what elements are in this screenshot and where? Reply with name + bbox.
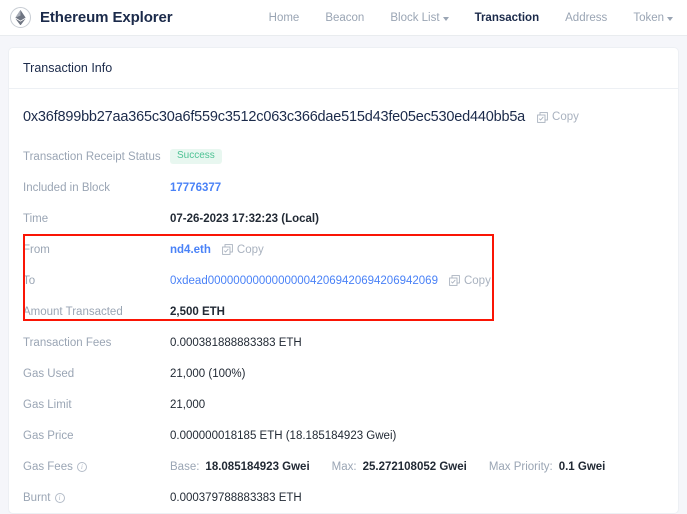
copy-from-label: Copy (236, 243, 264, 256)
gas-fee-base: Base: 18.085184923 Gwei (170, 461, 310, 473)
nav-link-beacon-label: Beacon (325, 11, 365, 24)
transaction-hash: 0x36f899bb27aa365c30a6f559c3512c063c366d… (23, 109, 526, 125)
row-from-label: From (23, 243, 50, 256)
from-address-link[interactable]: nd4.eth (170, 244, 211, 256)
status-badge: Success (170, 149, 222, 164)
row-time-value: 07-26-2023 17:32:23 (Local) (170, 213, 319, 225)
nav-link-block-list[interactable]: Block List (390, 11, 449, 24)
nav-link-transaction[interactable]: Transaction (475, 12, 540, 24)
row-amount-transacted: Amount Transacted 2,500 ETH (23, 296, 664, 327)
nav-links: Home Beacon Block List Transaction Addre… (269, 12, 675, 24)
copy-to-label: Copy (463, 274, 491, 287)
amount-text: 2,500 ETH (170, 305, 225, 318)
row-receipt-status-value: Success (170, 149, 222, 164)
nav-link-token-label: Token (633, 11, 664, 24)
row-gas-price-value: 0.000000018185 ETH (18.185184923 Gwei) (170, 429, 397, 442)
row-time: Time 07-26-2023 17:32:23 (Local) (23, 203, 664, 234)
row-to-value: 0xdead0000000000000000420694206942069420… (170, 275, 491, 287)
gas-fee-max-priority-value: 0.1 Gwei (558, 460, 606, 473)
row-gas-fees-label-text: Gas Fees (23, 460, 73, 473)
top-navbar: Ethereum Explorer Home Beacon Block List… (0, 0, 687, 36)
row-to-label: To (23, 274, 36, 287)
nav-link-block-list-label: Block List (390, 11, 440, 24)
nav-link-beacon[interactable]: Beacon (325, 12, 364, 24)
transaction-info-card: Transaction Info 0x36f899bb27aa365c30a6f… (8, 47, 679, 514)
row-burnt-label: Burnt i (23, 492, 170, 504)
row-gas-used-label: Gas Used (23, 367, 75, 380)
row-burnt-value: 0.000379788883383 ETH (170, 491, 302, 504)
nav-link-home-label: Home (268, 11, 300, 24)
nav-link-transaction-label: Transaction (474, 11, 540, 24)
ethereum-diamond-icon (10, 7, 31, 28)
row-gas-used: Gas Used 21,000 (100%) (23, 358, 664, 389)
row-gas-limit-value: 21,000 (170, 398, 206, 411)
copy-icon (537, 111, 548, 123)
row-burnt: Burnt i 0.000379788883383 ETH (23, 482, 664, 513)
row-time-label: Time (23, 212, 49, 225)
row-gas-fees: Gas Fees i Base: 18.085184923 Gwei Max: … (23, 451, 664, 482)
row-gas-fees-value: Base: 18.085184923 Gwei Max: 25.27210805… (170, 461, 605, 473)
nav-link-address-label: Address (565, 11, 608, 24)
timestamp-text: 07-26-2023 17:32:23 (Local) (170, 212, 319, 225)
copy-icon (222, 244, 233, 255)
row-transaction-fees-value: 0.000381888883383 ETH (170, 336, 302, 349)
info-icon[interactable]: i (54, 492, 65, 503)
nav-link-address[interactable]: Address (565, 12, 607, 24)
chevron-down-icon (442, 16, 449, 21)
card-body: 0x36f899bb27aa365c30a6f559c3512c063c366d… (9, 89, 678, 513)
row-amount-transacted-label: Amount Transacted (23, 305, 123, 318)
row-receipt-status: Transaction Receipt Status Success (23, 141, 664, 172)
row-from-value: nd4.eth Copy (170, 244, 264, 256)
row-gas-price: Gas Price 0.000000018185 ETH (18.1851849… (23, 420, 664, 451)
nav-link-home[interactable]: Home (269, 12, 300, 24)
row-to: To 0xdead0000000000000000420694206942069… (23, 265, 664, 296)
row-included-in-block-label: Included in Block (23, 181, 110, 194)
row-gas-fees-label: Gas Fees i (23, 461, 170, 473)
nav-link-token[interactable]: Token (633, 12, 673, 24)
copy-hash-button[interactable]: Copy (537, 111, 579, 123)
gas-fee-max-value: 25.272108052 Gwei (362, 460, 467, 473)
gas-fee-base-value: 18.085184923 Gwei (205, 460, 310, 473)
info-icon[interactable]: i (76, 461, 87, 472)
to-address-link[interactable]: 0xdead0000000000000000420694206942069420… (170, 275, 438, 287)
row-burnt-label-text: Burnt (23, 491, 51, 504)
gas-fee-max-priority: Max Priority: 0.1 Gwei (489, 461, 606, 473)
gas-fee-max-key: Max: (331, 460, 357, 473)
row-gas-limit: Gas Limit 21,000 (23, 389, 664, 420)
row-transaction-fees-label: Transaction Fees (23, 336, 112, 349)
card-title: Transaction Info (9, 48, 678, 89)
row-amount-transacted-value: 2,500 ETH (170, 306, 225, 318)
copy-to-button[interactable]: Copy (449, 275, 491, 287)
row-transaction-fees: Transaction Fees 0.000381888883383 ETH (23, 327, 664, 358)
gas-fee-max-priority-key: Max Priority: (488, 460, 553, 473)
copy-icon (449, 275, 460, 286)
row-included-in-block-value: 17776377 (170, 182, 221, 194)
gas-fee-base-key: Base: (170, 460, 200, 473)
page-container: Transaction Info 0x36f899bb27aa365c30a6f… (0, 36, 687, 514)
transaction-hash-row: 0x36f899bb27aa365c30a6f559c3512c063c366d… (23, 103, 664, 141)
row-receipt-status-label: Transaction Receipt Status (23, 150, 161, 163)
brand-title: Ethereum Explorer (40, 9, 173, 26)
chevron-down-icon (667, 16, 673, 21)
transaction-detail-rows: Transaction Receipt Status Success Inclu… (23, 141, 664, 513)
gas-fee-max: Max: 25.272108052 Gwei (332, 461, 467, 473)
row-gas-used-value: 21,000 (100%) (170, 367, 246, 380)
brand-logo-link[interactable]: Ethereum Explorer (10, 7, 173, 28)
block-number-link[interactable]: 17776377 (170, 182, 221, 194)
copy-from-button[interactable]: Copy (222, 244, 264, 256)
row-included-in-block: Included in Block 17776377 (23, 172, 664, 203)
row-gas-limit-label: Gas Limit (23, 398, 72, 411)
row-gas-price-label: Gas Price (23, 429, 74, 442)
copy-hash-label: Copy (552, 111, 579, 123)
row-from: From nd4.eth Copy (23, 234, 664, 265)
